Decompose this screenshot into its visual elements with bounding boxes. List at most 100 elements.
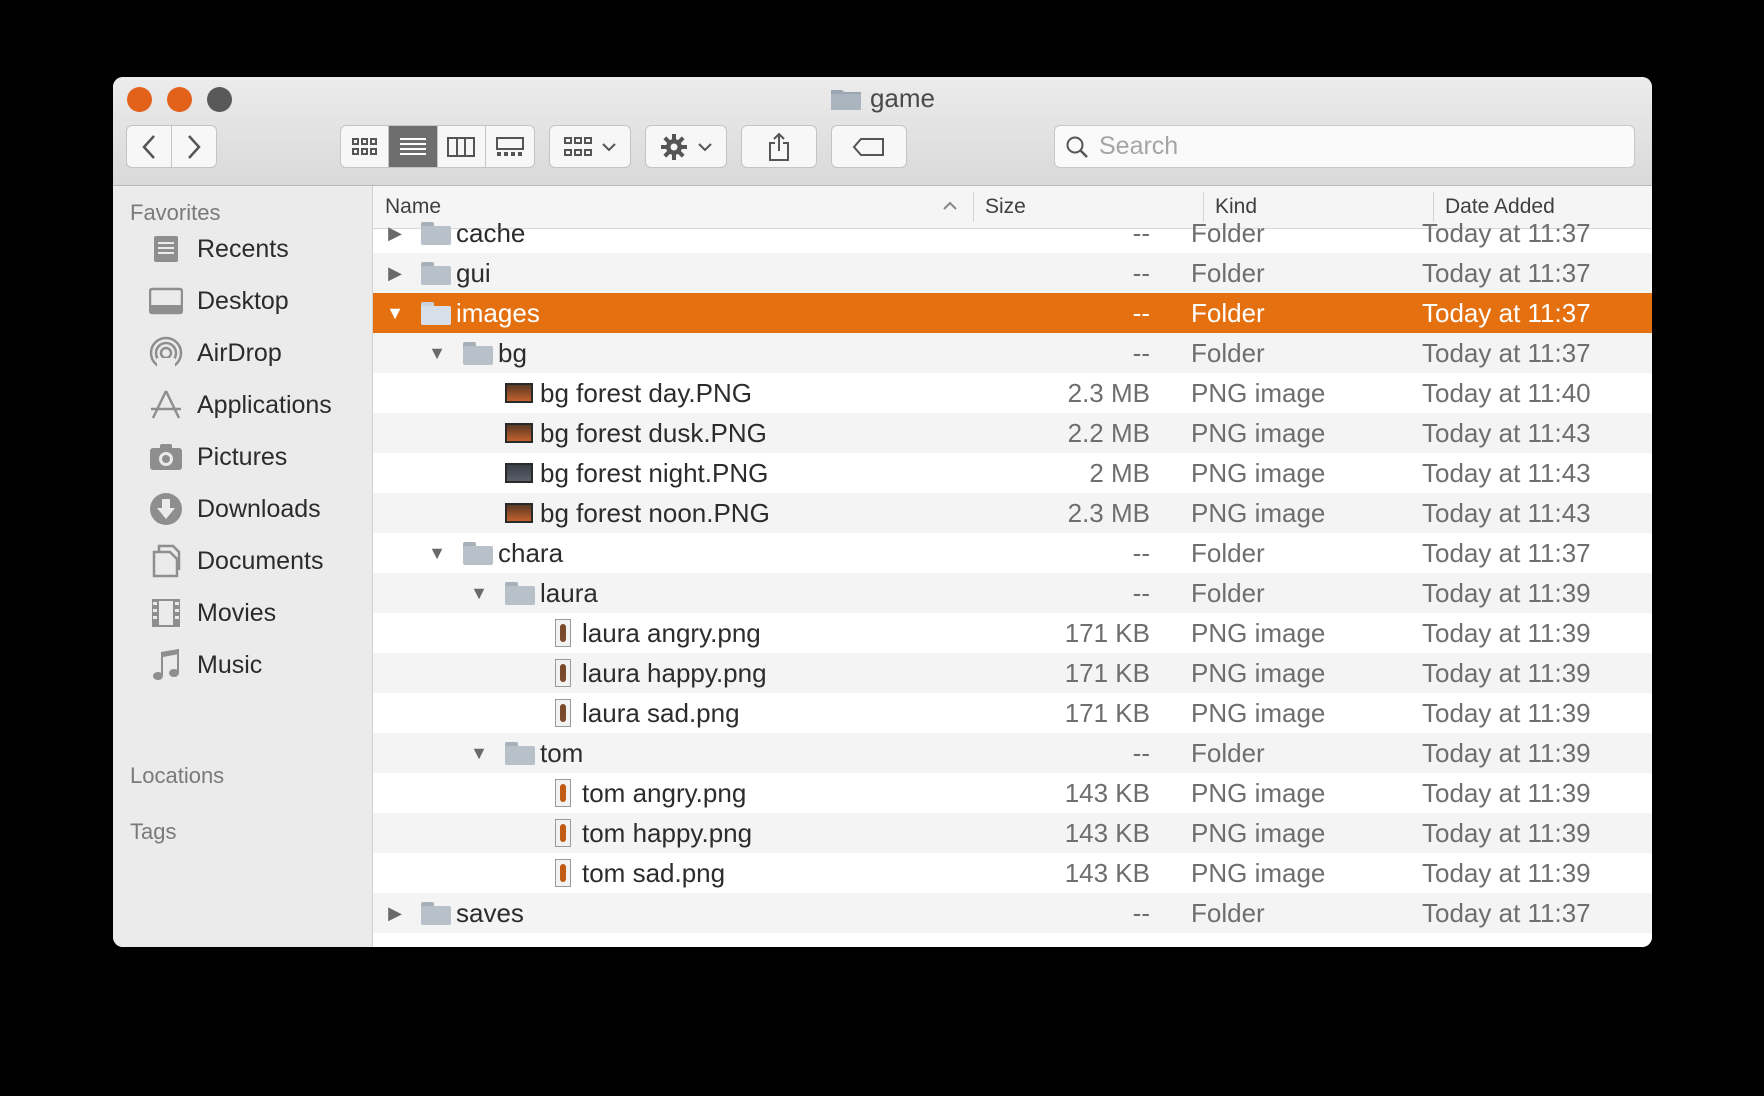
folder-icon [421, 259, 453, 287]
icon-view-button[interactable] [341, 126, 390, 167]
character-image-icon [547, 699, 579, 727]
character-image-icon [547, 659, 579, 687]
file-rows: ▶ cache -- Folder Today at 11:37 ▶ gui -- Folder… [373, 213, 1652, 933]
sidebar-item-applications[interactable]: Applications [147, 385, 332, 425]
character-image-icon [547, 859, 579, 887]
file-row[interactable]: laura happy.png 171 KB PNG image Today at 1… [373, 653, 1652, 693]
file-size: -- [1132, 338, 1150, 368]
folder-row[interactable]: ▶ saves -- Folder Today at 11:37 [373, 893, 1652, 933]
sidebar-item-desktop[interactable]: Desktop [147, 281, 289, 321]
file-kind: Folder [1191, 338, 1265, 368]
folder-row[interactable]: ▶ cache -- Folder Today at 11:37 [373, 213, 1652, 253]
disclosure-collapsed-icon[interactable]: ▶ [383, 893, 407, 933]
file-row[interactable]: bg forest noon.PNG 2.3 MB PNG image Today a… [373, 493, 1652, 533]
sidebar-item-recents[interactable]: Recents [147, 229, 289, 269]
column-view-button[interactable] [438, 126, 486, 167]
folder-row[interactable]: ▼ tom -- Folder Today at 11:39 [373, 733, 1652, 773]
file-row[interactable]: bg forest dusk.PNG 2.2 MB PNG image Today a… [373, 413, 1652, 453]
nav-buttons [126, 125, 217, 168]
sidebar-section-tags[interactable]: Tags [130, 819, 176, 845]
disclosure-collapsed-icon[interactable]: ▶ [383, 253, 407, 293]
file-row[interactable]: laura angry.png 171 KB PNG image Today at 1… [373, 613, 1652, 653]
sidebar-item-movies[interactable]: Movies [147, 593, 276, 633]
file-date-added: Today at 11:39 [1422, 698, 1591, 728]
sidebar-section-favorites: Favorites [130, 200, 221, 225]
disclosure-collapsed-icon[interactable]: ▶ [383, 213, 407, 253]
disclosure-expanded-icon[interactable]: ▼ [425, 533, 449, 573]
character-image-icon [547, 819, 579, 847]
sidebar-item-music[interactable]: Music [147, 645, 262, 685]
forward-button[interactable] [172, 126, 216, 167]
disclosure-expanded-icon[interactable]: ▼ [425, 333, 449, 373]
disclosure-expanded-icon[interactable]: ▼ [383, 293, 407, 333]
file-name: tom sad.png [582, 858, 726, 888]
sidebar-item-label: Pictures [197, 442, 288, 471]
sidebar-item-pictures[interactable]: Pictures [147, 437, 287, 477]
file-size: 2.2 MB [1067, 418, 1150, 448]
file-date-added: Today at 11:43 [1422, 458, 1591, 488]
folder-row[interactable]: ▼ chara -- Folder Today at 11:37 [373, 533, 1652, 573]
folder-row[interactable]: ▼ laura -- Folder Today at 11:39 [373, 573, 1652, 613]
file-row[interactable]: tom sad.png 143 KB PNG image Today at 11:39 [373, 853, 1652, 893]
folder-icon [830, 87, 862, 111]
file-size: 143 KB [1064, 778, 1150, 808]
file-list: Name Size Kind Date Added ▶ cache -- Folder… [373, 186, 1652, 947]
file-name: bg forest night.PNG [540, 458, 769, 488]
file-kind: PNG image [1191, 378, 1326, 408]
action-button[interactable] [645, 125, 727, 168]
list-view-button[interactable] [389, 126, 438, 167]
sidebar-section-locations[interactable]: Locations [130, 763, 224, 789]
sidebar-item-documents[interactable]: Documents [147, 541, 323, 581]
search-input[interactable] [1097, 131, 1601, 162]
group-by-icon [564, 136, 592, 156]
airdrop-icon [147, 335, 185, 371]
character-image-icon [547, 619, 579, 647]
image-file-icon [505, 419, 537, 447]
file-row[interactable]: tom happy.png 143 KB PNG image Today at 11:… [373, 813, 1652, 853]
file-size: 2 MB [1089, 458, 1150, 488]
movies-icon [147, 595, 185, 631]
sidebar-item-label: Movies [197, 598, 277, 627]
chevron-right-icon [187, 134, 201, 159]
pictures-icon [147, 439, 185, 475]
folder-icon [463, 539, 495, 567]
search-field[interactable] [1054, 125, 1635, 168]
sidebar-item-label: Music [197, 650, 263, 679]
file-row[interactable]: laura sad.png 171 KB PNG image Today at 11:… [373, 693, 1652, 733]
file-kind: Folder [1191, 538, 1265, 568]
back-button[interactable] [127, 126, 172, 167]
file-date-added: Today at 11:43 [1422, 498, 1591, 528]
file-row[interactable]: bg forest day.PNG 2.3 MB PNG image Today at… [373, 373, 1652, 413]
sidebar-item-downloads[interactable]: Downloads [147, 489, 321, 529]
file-size: 171 KB [1064, 618, 1150, 648]
disclosure-expanded-icon[interactable]: ▼ [467, 733, 491, 773]
file-kind: PNG image [1191, 618, 1326, 648]
file-date-added: Today at 11:39 [1422, 778, 1591, 808]
folder-row[interactable]: ▶ gui -- Folder Today at 11:37 [373, 253, 1652, 293]
folder-row[interactable]: ▼ bg -- Folder Today at 11:37 [373, 333, 1652, 373]
file-kind: PNG image [1191, 818, 1326, 848]
file-size: 2.3 MB [1067, 498, 1150, 528]
image-file-icon [505, 499, 537, 527]
file-date-added: Today at 11:39 [1422, 618, 1591, 648]
tag-button[interactable] [831, 125, 907, 168]
file-kind: PNG image [1191, 498, 1326, 528]
share-button[interactable] [741, 125, 817, 168]
disclosure-expanded-icon[interactable]: ▼ [467, 573, 491, 613]
file-name: cache [456, 218, 526, 248]
file-size: 143 KB [1064, 818, 1150, 848]
group-by-button[interactable] [549, 125, 631, 168]
file-name: bg forest day.PNG [540, 378, 752, 408]
gallery-view-button[interactable] [486, 126, 534, 167]
file-date-added: Today at 11:37 [1422, 218, 1591, 248]
sidebar-item-airdrop[interactable]: AirDrop [147, 333, 282, 373]
file-kind: Folder [1191, 258, 1265, 288]
file-kind: PNG image [1191, 658, 1326, 688]
folder-row[interactable]: ▼ images -- Folder Today at 11:37 [373, 293, 1652, 333]
file-row[interactable]: bg forest night.PNG 2 MB PNG image Today at… [373, 453, 1652, 493]
image-file-icon [505, 459, 537, 487]
file-row[interactable]: tom angry.png 143 KB PNG image Today at 11:… [373, 773, 1652, 813]
sidebar-item-label: Recents [197, 234, 289, 263]
folder-icon [463, 339, 495, 367]
file-kind: PNG image [1191, 458, 1326, 488]
